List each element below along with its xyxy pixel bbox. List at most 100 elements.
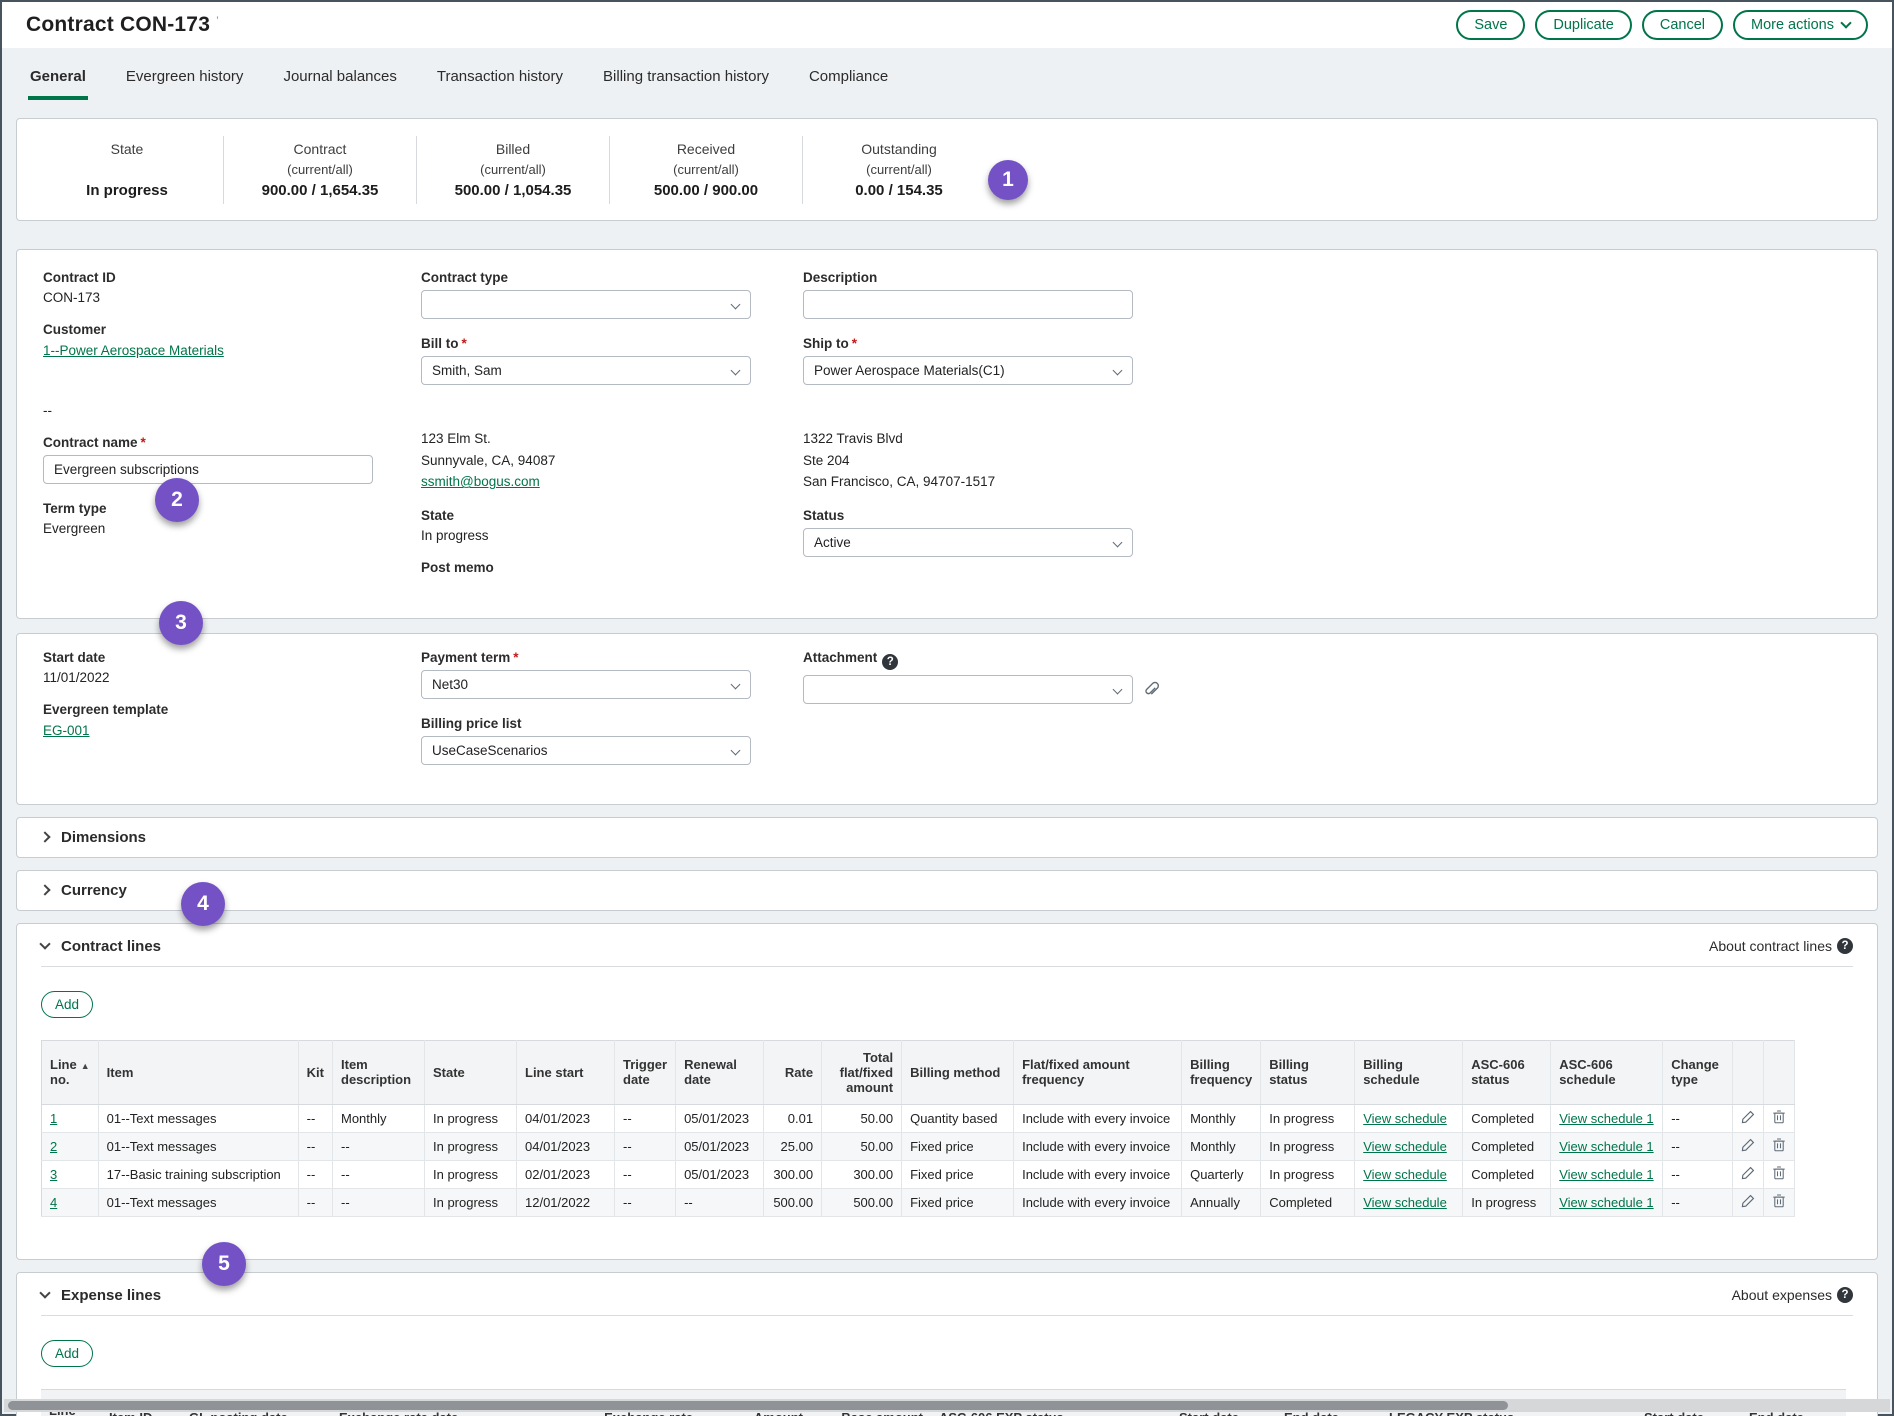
cell-trigger_date: --: [615, 1160, 676, 1188]
payment-term-field: Payment term* Net30: [421, 650, 803, 699]
edit-line-button[interactable]: [1741, 1138, 1755, 1155]
help-icon[interactable]: ?: [882, 654, 898, 670]
tab-evergreen-history[interactable]: Evergreen history: [124, 68, 246, 100]
page-title: Contract CON-173: [26, 13, 210, 37]
column-header: Item: [98, 1040, 298, 1104]
form-col-2: Contract type Bill to* Smith, Sam 123 El…: [421, 270, 803, 592]
chevron-down-icon[interactable]: [39, 939, 50, 950]
billing-price-list-select[interactable]: UseCaseScenarios: [421, 736, 751, 765]
chevron-down-icon: [1840, 17, 1851, 28]
tab-journal-balances[interactable]: Journal balances: [281, 68, 398, 100]
cell-line_start: 12/01/2022: [517, 1188, 615, 1216]
cell-billing_status: In progress: [1261, 1132, 1355, 1160]
view-asc606-schedule-link[interactable]: View schedule 1: [1559, 1139, 1653, 1154]
required-marker: *: [462, 336, 467, 351]
edit-line-button[interactable]: [1741, 1194, 1755, 1211]
currency-section-toggle[interactable]: Currency: [16, 870, 1878, 911]
cell-line_no: 2: [42, 1132, 99, 1160]
contract-name-field: Contract name*: [43, 435, 421, 484]
delete-line-button[interactable]: [1772, 1137, 1786, 1155]
tab-general[interactable]: General: [28, 68, 88, 100]
cell-line_start: 02/01/2023: [517, 1160, 615, 1188]
payment-term-select[interactable]: Net30: [421, 670, 751, 699]
status-select[interactable]: Active: [803, 528, 1133, 557]
cell-kit: --: [298, 1160, 332, 1188]
evergreen-template-link[interactable]: EG-001: [43, 723, 90, 738]
contract-type-field: Contract type: [421, 270, 803, 319]
paperclip-icon[interactable]: [1143, 681, 1160, 698]
view-schedule-link[interactable]: View schedule: [1363, 1167, 1447, 1182]
view-schedule-link[interactable]: View schedule: [1363, 1195, 1447, 1210]
cell-total: 500.00: [822, 1188, 902, 1216]
edit-line-button[interactable]: [1741, 1110, 1755, 1127]
more-actions-button[interactable]: More actions: [1733, 10, 1868, 40]
cell-flat_fixed_frequency: Include with every invoice: [1014, 1188, 1182, 1216]
customer-link[interactable]: 1--Power Aerospace Materials: [43, 343, 224, 358]
add-expense-line-button[interactable]: Add: [41, 1340, 93, 1367]
scrollbar-thumb[interactable]: [8, 1401, 1508, 1410]
cell-renewal_date: --: [676, 1188, 764, 1216]
column-header: [1733, 1040, 1764, 1104]
contract-name-input[interactable]: [43, 455, 373, 484]
description-input[interactable]: [803, 290, 1133, 319]
view-asc606-schedule-link[interactable]: View schedule 1: [1559, 1111, 1653, 1126]
cell-action: [1764, 1160, 1795, 1188]
cell-line_start: 04/01/2023: [517, 1132, 615, 1160]
attachment-select[interactable]: [803, 675, 1133, 704]
cell-item: 01--Text messages: [98, 1188, 298, 1216]
view-asc606-schedule-link[interactable]: View schedule 1: [1559, 1195, 1653, 1210]
edit-line-button[interactable]: [1741, 1166, 1755, 1183]
delete-line-button[interactable]: [1772, 1193, 1786, 1211]
bill-to-email-link[interactable]: ssmith@bogus.com: [421, 474, 540, 489]
contract-line-row: 401--Text messages----In progress12/01/2…: [42, 1188, 1795, 1216]
expense-lines-section: Expense lines About expenses ? Add Line …: [16, 1272, 1878, 1416]
cell-rate: 300.00: [764, 1160, 822, 1188]
status-field: Status Active: [803, 508, 1851, 557]
cell-action: [1764, 1104, 1795, 1132]
help-icon[interactable]: ?: [1837, 1287, 1853, 1303]
cell-billing_status: Completed: [1261, 1188, 1355, 1216]
tab-compliance[interactable]: Compliance: [807, 68, 890, 100]
delete-line-button[interactable]: [1772, 1165, 1786, 1183]
cell-billing_method: Fixed price: [902, 1188, 1014, 1216]
add-contract-line-button[interactable]: Add: [41, 991, 93, 1018]
state-field: State In progress: [421, 508, 803, 543]
line-number-link[interactable]: 1: [50, 1111, 57, 1126]
view-schedule-link[interactable]: View schedule: [1363, 1111, 1447, 1126]
dimensions-section-toggle[interactable]: Dimensions: [16, 817, 1878, 858]
column-header[interactable]: Line▲no.: [42, 1040, 99, 1104]
about-expenses[interactable]: About expenses ?: [1732, 1287, 1853, 1303]
save-button[interactable]: Save: [1456, 10, 1525, 40]
horizontal-scrollbar[interactable]: [4, 1399, 1890, 1412]
cancel-button[interactable]: Cancel: [1642, 10, 1723, 40]
line-number-link[interactable]: 4: [50, 1195, 57, 1210]
contract-lines-header: Contract lines About contract lines ?: [41, 938, 1853, 967]
view-schedule-link[interactable]: View schedule: [1363, 1139, 1447, 1154]
contract-type-select[interactable]: [421, 290, 751, 319]
contract-lines-table: Line▲no.ItemKitItem descriptionStateLine…: [41, 1040, 1795, 1217]
about-contract-lines[interactable]: About contract lines ?: [1709, 938, 1853, 954]
title-mark: ’: [216, 14, 219, 28]
line-number-link[interactable]: 2: [50, 1139, 57, 1154]
cell-item_description: Monthly: [333, 1104, 425, 1132]
delete-line-button[interactable]: [1772, 1109, 1786, 1127]
duplicate-button[interactable]: Duplicate: [1535, 10, 1631, 40]
chevron-down-icon: [1113, 366, 1123, 376]
ship-to-select[interactable]: Power Aerospace Materials(C1): [803, 356, 1133, 385]
cell-asc606_status: In progress: [1463, 1188, 1551, 1216]
stat-received: Received (current/all) 500.00 / 900.00: [610, 141, 802, 199]
bill-to-select[interactable]: Smith, Sam: [421, 356, 751, 385]
terms-col-2: Payment term* Net30 Billing price list U…: [421, 650, 803, 782]
tab-billing-transaction-history[interactable]: Billing transaction history: [601, 68, 771, 100]
callout-badge-4: 4: [181, 882, 225, 926]
help-icon[interactable]: ?: [1837, 938, 1853, 954]
tab-transaction-history[interactable]: Transaction history: [435, 68, 565, 100]
line-number-link[interactable]: 3: [50, 1167, 57, 1182]
stat-billed: Billed (current/all) 500.00 / 1,054.35: [417, 141, 609, 199]
contract-line-row: 101--Text messages--MonthlyIn progress04…: [42, 1104, 1795, 1132]
callout-badge-3: 3: [159, 601, 203, 645]
view-asc606-schedule-link[interactable]: View schedule 1: [1559, 1167, 1653, 1182]
chevron-down-icon[interactable]: [39, 1288, 50, 1299]
description-field: Description: [803, 270, 1851, 319]
cell-line_no: 3: [42, 1160, 99, 1188]
